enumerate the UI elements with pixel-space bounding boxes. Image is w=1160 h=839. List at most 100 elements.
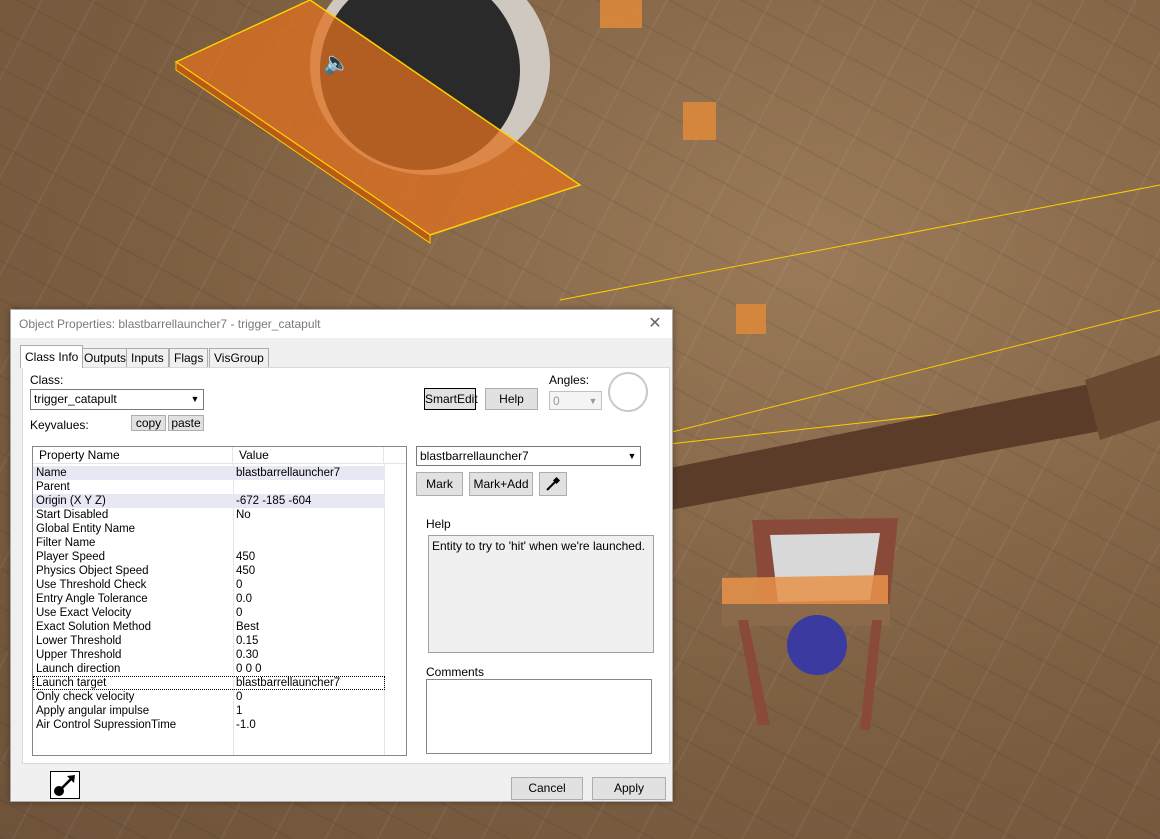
help-label: Help — [426, 517, 451, 531]
table-row[interactable]: Only check velocity 0 — [33, 690, 385, 704]
smartedit-button[interactable]: SmartEdit — [424, 388, 478, 410]
table-row[interactable]: Parent — [33, 480, 385, 494]
table-row[interactable]: Entry Angle Tolerance 0.0 — [33, 592, 385, 606]
window-title: Object Properties: blastbarrellauncher7 … — [19, 317, 321, 331]
help-text: Entity to try to 'hit' when we're launch… — [432, 539, 645, 553]
property-name: Start Disabled — [36, 509, 109, 521]
table-row[interactable]: Air Control SupressionTime -1.0 — [33, 718, 385, 732]
property-value: 0.15 — [236, 635, 259, 647]
angles-label: Angles: — [549, 373, 590, 387]
chevron-down-icon[interactable]: ▼ — [585, 392, 601, 409]
pin-icon — [54, 775, 75, 796]
table-row[interactable]: Start Disabled No — [33, 508, 385, 522]
title-bar[interactable]: Object Properties: blastbarrellauncher7 … — [11, 310, 672, 338]
class-combobox[interactable]: trigger_catapult ▼ — [30, 389, 204, 410]
property-value: 0.0 — [236, 593, 252, 605]
property-value: -672 -185 -604 — [236, 495, 312, 507]
mark-button[interactable]: Mark — [416, 472, 463, 496]
property-name: Physics Object Speed — [36, 565, 149, 577]
table-row[interactable]: Global Entity Name — [33, 522, 385, 536]
help-box: Entity to try to 'hit' when we're launch… — [428, 535, 654, 653]
selection-line — [559, 184, 1160, 301]
speaker-icon: 🔈 — [323, 50, 350, 76]
eyedropper-button[interactable] — [539, 472, 567, 496]
tab-class-info[interactable]: Class Info — [20, 345, 84, 368]
table-row[interactable]: Apply angular impulse 1 — [33, 704, 385, 718]
property-value: 0 — [236, 607, 243, 619]
pin-button[interactable] — [50, 771, 80, 799]
tab-visgroup[interactable]: VisGroup — [209, 348, 269, 367]
table-row[interactable]: Player Speed 450 — [33, 550, 385, 564]
property-name: Upper Threshold — [36, 649, 122, 661]
property-name: Entry Angle Tolerance — [36, 593, 148, 605]
property-value: 450 — [236, 565, 256, 577]
table-row[interactable]: Use Threshold Check 0 — [33, 578, 385, 592]
property-name: Exact Solution Method — [36, 621, 152, 633]
table-row[interactable]: Launch direction 0 0 0 — [33, 662, 385, 676]
value-combobox-text: blastbarrellauncher7 — [420, 449, 529, 463]
launcher-leg — [860, 620, 882, 730]
launcher-trigger — [722, 575, 888, 606]
table-row[interactable]: Name blastbarrellauncher7 — [33, 466, 385, 480]
orange-cube — [600, 0, 642, 28]
table-row[interactable]: Filter Name — [33, 536, 385, 550]
property-value: blastbarrellauncher7 — [236, 677, 341, 689]
property-name: Only check velocity — [36, 691, 135, 703]
orange-cube — [683, 102, 716, 140]
class-label: Class: — [30, 373, 64, 387]
table-row-selected[interactable]: Launch target blastbarrellauncher7 — [33, 676, 385, 690]
property-name: Name — [36, 467, 67, 479]
property-name: Use Threshold Check — [36, 579, 147, 591]
tab-inputs[interactable]: Inputs — [126, 348, 169, 367]
column-header-value[interactable]: Value — [233, 447, 384, 463]
table-row[interactable]: Lower Threshold 0.15 — [33, 634, 385, 648]
table-row[interactable]: Upper Threshold 0.30 — [33, 648, 385, 662]
column-header-property-name[interactable]: Property Name — [33, 447, 233, 463]
comments-label: Comments — [426, 665, 485, 679]
table-row[interactable]: Physics Object Speed 450 — [33, 564, 385, 578]
property-value: Best — [236, 621, 260, 633]
value-combobox[interactable]: blastbarrellauncher7 ▼ — [416, 446, 641, 466]
property-value: 0.30 — [236, 649, 259, 661]
property-value: 0 — [236, 691, 243, 703]
chevron-down-icon[interactable]: ▼ — [187, 390, 203, 409]
property-name: Air Control SupressionTime — [36, 719, 177, 731]
cancel-button[interactable]: Cancel — [511, 777, 583, 800]
property-name: Filter Name — [36, 537, 96, 549]
angle-dial[interactable] — [608, 372, 648, 412]
property-name: Launch target — [36, 677, 107, 689]
apply-button[interactable]: Apply — [592, 777, 666, 800]
property-name: Parent — [36, 481, 70, 493]
property-name: Use Exact Velocity — [36, 607, 132, 619]
mark-add-button[interactable]: Mark+Add — [469, 472, 533, 496]
property-value: 450 — [236, 551, 256, 563]
property-value: 0 0 0 — [236, 663, 262, 675]
tab-outputs[interactable]: Outputs — [79, 348, 132, 367]
table-row[interactable]: Exact Solution Method Best — [33, 620, 385, 634]
property-value: 1 — [236, 705, 243, 717]
keyvalues-label: Keyvalues: — [30, 418, 89, 432]
property-name: Lower Threshold — [36, 635, 122, 647]
launcher-sphere — [787, 615, 847, 675]
wooden-beam — [660, 370, 1160, 510]
chevron-down-icon[interactable]: ▼ — [624, 447, 640, 465]
property-value: No — [236, 509, 251, 521]
property-name: Player Speed — [36, 551, 106, 563]
class-value: trigger_catapult — [34, 392, 117, 406]
close-button[interactable]: ✕ — [644, 313, 666, 335]
copy-button[interactable]: copy — [131, 415, 166, 431]
table-row[interactable]: Use Exact Velocity 0 — [33, 606, 385, 620]
launcher-leg — [738, 620, 770, 725]
property-name: Global Entity Name — [36, 523, 136, 535]
help-button[interactable]: Help — [485, 388, 538, 410]
angles-value: 0 — [553, 394, 560, 408]
tab-flags[interactable]: Flags — [169, 348, 209, 367]
property-value: 0 — [236, 579, 243, 591]
paste-button[interactable]: paste — [168, 415, 204, 431]
keyvalue-list-header: Property Name Value — [33, 447, 406, 464]
keyvalue-list[interactable]: Property Name Value Name blastbarrellaunc… — [32, 446, 407, 756]
table-row[interactable]: Origin (X Y Z) -672 -185 -604 — [33, 494, 385, 508]
angles-combobox[interactable]: 0 ▼ — [549, 391, 602, 410]
property-value: blastbarrellauncher7 — [236, 467, 341, 479]
comments-textarea[interactable] — [426, 679, 652, 754]
